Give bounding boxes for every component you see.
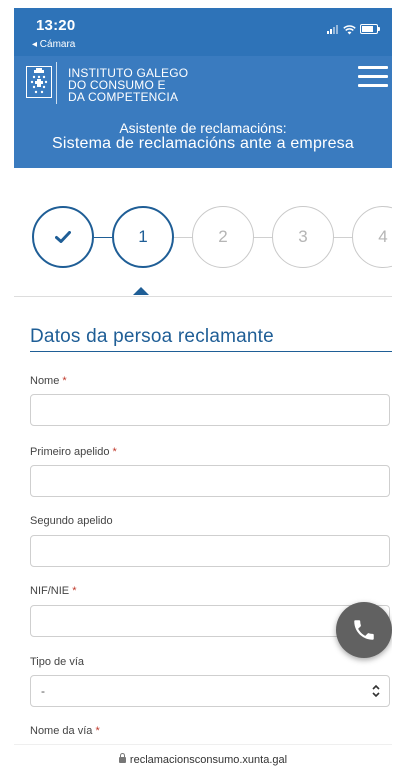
wizard-stepper: 1 2 3 4: [14, 194, 392, 298]
lock-icon: [118, 753, 126, 763]
segundo-apelido-label-text: Segundo apelido: [30, 515, 113, 527]
nome-via-label: Nome da vía *: [30, 725, 100, 737]
url-domain: reclamacionsconsumo.xunta.gal: [129, 754, 288, 766]
status-time: 13:20: [36, 17, 76, 34]
tipo-via-select[interactable]: -: [30, 675, 390, 707]
segundo-apelido-input[interactable]: [30, 535, 390, 567]
section-title: Datos da persoa reclamante: [30, 326, 274, 347]
tipo-via-selected-value: -: [41, 684, 45, 698]
tipo-via-label: Tipo de vía: [30, 656, 84, 668]
segundo-apelido-label: Segundo apelido: [30, 515, 113, 527]
stepper-bottom-rule: [14, 296, 392, 297]
call-button[interactable]: [336, 602, 392, 658]
nome-input[interactable]: [30, 394, 390, 426]
step-connector: [174, 237, 192, 238]
cellular-signal-icon: [327, 24, 338, 34]
step-2[interactable]: 2: [192, 206, 254, 268]
step-4[interactable]: 4: [352, 206, 392, 268]
status-icons: [327, 24, 380, 34]
xunta-logo-icon: [26, 66, 52, 98]
app-frame: 13:20 ◂ Cámara INSTITUTO GALEGO DO CONSU…: [14, 0, 392, 777]
step-completed[interactable]: [32, 206, 94, 268]
required-asterisk: *: [95, 725, 100, 737]
header-divider: [56, 62, 57, 104]
step-connector: [254, 237, 272, 238]
institute-name-line: DA COMPETENCIA: [68, 90, 179, 104]
status-bar: 13:20 ◂ Cámara: [14, 8, 392, 56]
institute-name[interactable]: INSTITUTO GALEGO DO CONSUMO E DA COMPETE…: [68, 67, 188, 103]
primeiro-apelido-label-text: Primeiro apelido: [30, 446, 110, 458]
primeiro-apelido-input[interactable]: [30, 465, 390, 497]
nome-via-label-text: Nome da vía: [30, 725, 93, 737]
current-step-pointer: [133, 287, 149, 295]
wifi-icon: [343, 24, 356, 34]
nif-nie-label-text: NIF/NIE: [30, 585, 70, 597]
back-to-app-link[interactable]: ◂ Cámara: [32, 39, 75, 50]
required-asterisk: *: [112, 446, 117, 458]
step-3[interactable]: 3: [272, 206, 334, 268]
step-connector: [334, 237, 352, 238]
step-1[interactable]: 1: [112, 206, 174, 268]
required-asterisk: *: [72, 585, 77, 597]
subtitle-line-1: Asistente de reclamacións:: [119, 120, 287, 136]
site-header: INSTITUTO GALEGO DO CONSUMO E DA COMPETE…: [14, 56, 392, 168]
subtitle-line-2: Sistema de reclamacións ante a empresa: [52, 135, 354, 152]
phone-icon: [354, 620, 374, 640]
nif-nie-label: NIF/NIE *: [30, 585, 76, 597]
nome-label: Nome *: [30, 375, 67, 387]
step-connector: [94, 237, 112, 238]
section-divider: [30, 351, 392, 352]
battery-icon: [360, 24, 380, 34]
tipo-via-label-text: Tipo de vía: [30, 656, 85, 668]
page-subtitle: Asistente de reclamacións: Sistema de re…: [14, 120, 392, 152]
select-arrows-icon: [372, 684, 380, 698]
required-asterisk: *: [62, 375, 67, 387]
hamburger-menu-icon[interactable]: [358, 66, 388, 90]
browser-url-bar[interactable]: reclamacionsconsumo.xunta.gal: [14, 744, 392, 777]
check-icon: [55, 231, 71, 243]
nome-label-text: Nome: [30, 375, 60, 387]
primeiro-apelido-label: Primeiro apelido *: [30, 446, 117, 458]
